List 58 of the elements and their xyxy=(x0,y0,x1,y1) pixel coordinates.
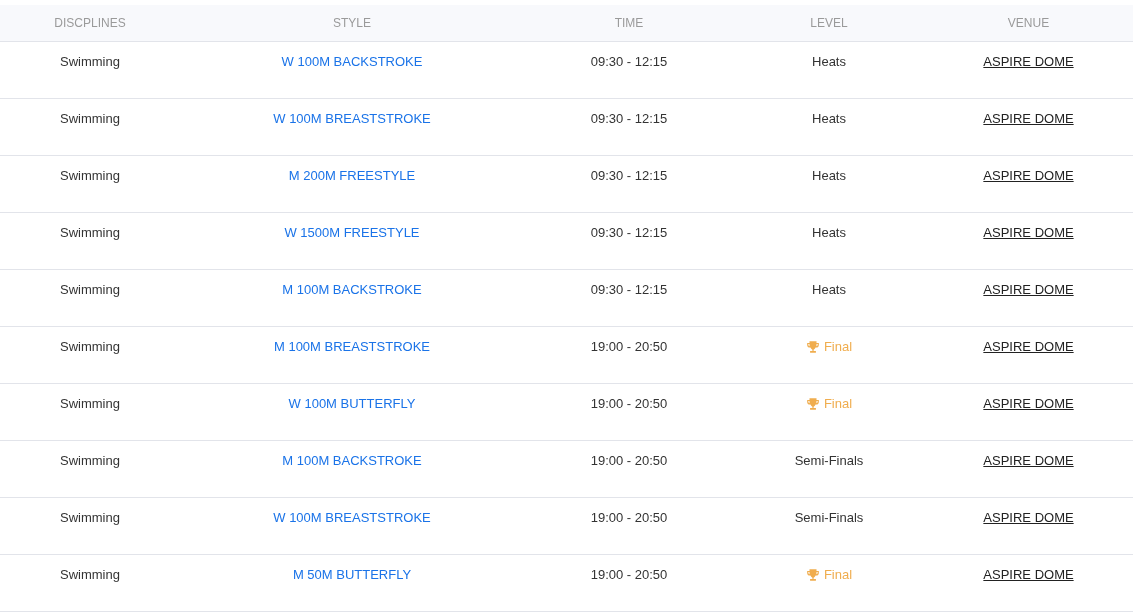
style-link[interactable]: M 200M FREESTYLE xyxy=(288,166,416,186)
time-text: 09:30 - 12:15 xyxy=(590,110,668,128)
style-link[interactable]: W 100M BREASTSTROKE xyxy=(273,508,431,528)
venue-link[interactable]: ASPIRE DOME xyxy=(983,451,1074,471)
level-text: Semi-Finals xyxy=(794,452,864,470)
discipline-text: Swimming xyxy=(60,509,120,527)
column-header: STYLE xyxy=(333,15,371,32)
venue-link[interactable]: ASPIRE DOME xyxy=(983,223,1074,243)
level-text: Final xyxy=(823,566,853,584)
column-header: DISCPLINES xyxy=(54,15,126,32)
time-text: 19:00 - 20:50 xyxy=(590,452,668,470)
time-text: 09:30 - 12:15 xyxy=(590,224,668,242)
discipline-text: Swimming xyxy=(60,224,120,242)
venue-link[interactable]: ASPIRE DOME xyxy=(983,565,1074,585)
trophy-icon xyxy=(805,339,820,354)
time-text: 19:00 - 20:50 xyxy=(590,338,668,356)
time-text: 09:30 - 12:15 xyxy=(590,167,668,185)
discipline-text: Swimming xyxy=(60,395,120,413)
time-text: 19:00 - 20:50 xyxy=(590,566,668,584)
discipline-text: Swimming xyxy=(60,452,120,470)
level-text: Heats xyxy=(812,224,846,242)
time-text: 09:30 - 12:15 xyxy=(590,281,668,299)
style-link[interactable]: M 100M BACKSTROKE xyxy=(282,451,422,471)
style-link[interactable]: M 100M BREASTSTROKE xyxy=(273,337,430,357)
venue-link[interactable]: ASPIRE DOME xyxy=(983,337,1074,357)
venue-link[interactable]: ASPIRE DOME xyxy=(983,52,1074,72)
discipline-text: Swimming xyxy=(60,53,120,71)
column-header: VENUE xyxy=(1007,15,1050,32)
level-text: Semi-Finals xyxy=(794,509,864,527)
trophy-icon xyxy=(805,396,820,411)
style-link[interactable]: W 1500M FREESTYLE xyxy=(284,223,420,243)
time-text: 09:30 - 12:15 xyxy=(590,53,668,71)
style-link[interactable]: W 100M BREASTSTROKE xyxy=(273,109,431,129)
discipline-text: Swimming xyxy=(60,110,120,128)
style-link[interactable]: W 100M BACKSTROKE xyxy=(281,52,423,72)
style-link[interactable]: M 100M BACKSTROKE xyxy=(282,280,422,300)
time-text: 19:00 - 20:50 xyxy=(590,395,668,413)
time-text: 19:00 - 20:50 xyxy=(590,509,668,527)
discipline-text: Swimming xyxy=(60,167,120,185)
level-text: Final xyxy=(823,338,853,356)
level-text: Heats xyxy=(812,53,846,71)
level-text: Heats xyxy=(812,167,846,185)
venue-link[interactable]: ASPIRE DOME xyxy=(983,280,1074,300)
style-link[interactable]: M 50M BUTTERFLY xyxy=(292,565,412,585)
column-header: TIME xyxy=(614,15,644,32)
discipline-text: Swimming xyxy=(60,338,120,356)
venue-link[interactable]: ASPIRE DOME xyxy=(983,394,1074,414)
venue-link[interactable]: ASPIRE DOME xyxy=(983,109,1074,129)
style-link[interactable]: W 100M BUTTERFLY xyxy=(288,394,416,414)
level-text: Heats xyxy=(812,110,846,128)
discipline-text: Swimming xyxy=(60,566,120,584)
level-text: Final xyxy=(823,395,853,413)
venue-link[interactable]: ASPIRE DOME xyxy=(983,166,1074,186)
venue-link[interactable]: ASPIRE DOME xyxy=(983,508,1074,528)
trophy-icon xyxy=(805,567,820,582)
discipline-text: Swimming xyxy=(60,281,120,299)
column-header: LEVEL xyxy=(810,15,848,32)
level-text: Heats xyxy=(812,281,846,299)
